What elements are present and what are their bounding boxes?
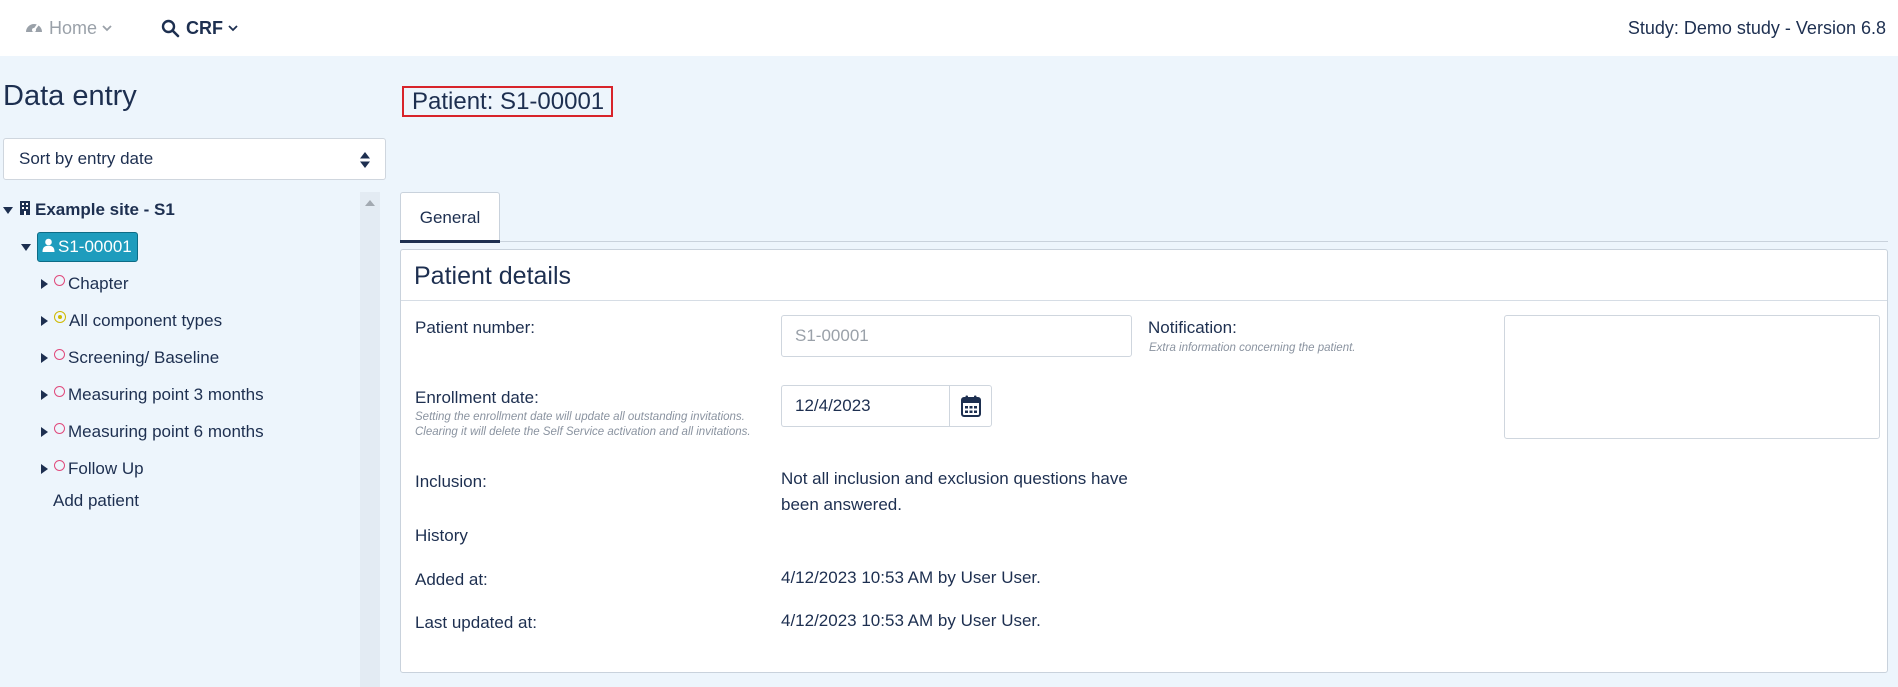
expand-arrow-icon[interactable] xyxy=(21,243,31,251)
patient-number-placeholder: S1-00001 xyxy=(795,326,869,345)
chevron-down-icon xyxy=(228,25,238,32)
notification-hint: Extra information concerning the patient… xyxy=(1149,342,1356,354)
tree-item-label: Screening/ Baseline xyxy=(68,348,220,367)
calendar-button[interactable] xyxy=(949,385,992,427)
last-updated-value: 4/12/2023 10:53 AM by User User. xyxy=(781,611,1041,630)
added-at-value: 4/12/2023 10:53 AM by User User. xyxy=(781,568,1041,587)
tab-general-label: General xyxy=(419,207,481,227)
tab-divider xyxy=(400,241,1888,242)
tree-item-measuring-point-3[interactable]: Measuring point 3 months xyxy=(41,380,264,410)
study-label: Study: Demo study - Version 6.8 xyxy=(1627,18,1886,38)
expand-arrow-icon[interactable] xyxy=(41,427,48,437)
notification-label: Notification: xyxy=(1148,318,1237,337)
nav-crf[interactable]: CRF xyxy=(161,16,238,40)
status-empty-circle-icon xyxy=(54,348,65,360)
enrollment-date-hint: Setting the enrollment date will update … xyxy=(415,411,751,438)
status-empty-circle-icon xyxy=(54,422,65,434)
tree-item-follow-up[interactable]: Follow Up xyxy=(41,454,144,484)
tab-general[interactable]: General xyxy=(400,192,500,243)
search-icon xyxy=(161,19,180,37)
nav-home[interactable]: Home xyxy=(24,16,112,40)
tree-item-label: All component types xyxy=(69,311,223,330)
patient-header: Patient: S1-00001 xyxy=(402,86,614,117)
added-at-label: Added at: xyxy=(415,570,488,589)
calendar-icon xyxy=(960,395,981,417)
tree-item-measuring-point-6[interactable]: Measuring point 6 months xyxy=(41,417,264,447)
tree-item-all-component-types[interactable]: All component types xyxy=(41,306,222,336)
enrollment-date-value: 12/4/2023 xyxy=(795,396,871,415)
enrollment-date-input[interactable]: 12/4/2023 xyxy=(781,385,949,427)
expand-arrow-icon[interactable] xyxy=(3,206,13,214)
tree-item-label: Follow Up xyxy=(68,459,144,478)
tree-item-chapter[interactable]: Chapter xyxy=(41,269,128,299)
inclusion-label: Inclusion: xyxy=(415,472,487,491)
nav-crf-label: CRF xyxy=(186,17,223,38)
sort-updown-icon xyxy=(360,152,370,168)
status-partial-circle-icon xyxy=(54,311,66,323)
last-updated-label: Last updated at: xyxy=(415,613,537,632)
status-empty-circle-icon xyxy=(54,274,65,286)
status-empty-circle-icon xyxy=(54,385,65,397)
tree-item-screening-baseline[interactable]: Screening/ Baseline xyxy=(41,343,219,373)
sort-select-value: Sort by entry date xyxy=(19,149,154,168)
patient-number-input: S1-00001 xyxy=(781,315,1132,357)
expand-arrow-icon[interactable] xyxy=(41,316,48,326)
tree-node-site[interactable]: Example site - S1 xyxy=(3,195,175,225)
expand-arrow-icon[interactable] xyxy=(41,353,48,363)
page-title: Data entry xyxy=(3,80,137,112)
inclusion-value: Not all inclusion and exclusion question… xyxy=(781,469,1128,514)
sidebar-scrollbar[interactable] xyxy=(360,192,380,687)
sort-select[interactable]: Sort by entry date xyxy=(3,138,386,180)
top-nav-bar: Home CRF Study: Demo study - Version 6.8 xyxy=(0,0,1898,56)
scroll-up-arrow-icon[interactable] xyxy=(365,200,375,206)
tree-item-label: Chapter xyxy=(68,274,129,293)
tree-item-label: Measuring point 3 months xyxy=(68,385,264,404)
enrollment-date-label: Enrollment date: xyxy=(415,388,539,407)
card-title: Patient details xyxy=(414,262,572,290)
add-patient-link[interactable]: Add patient xyxy=(53,491,139,511)
notification-textarea[interactable] xyxy=(1504,315,1880,439)
patient-node-selected[interactable]: S1-00001 xyxy=(37,232,138,262)
tree-node-patient[interactable]: S1-00001 xyxy=(21,232,138,262)
tree-item-label: Measuring point 6 months xyxy=(68,422,264,441)
patient-number-label: Patient number: xyxy=(415,318,536,337)
history-heading: History xyxy=(415,526,468,545)
dashboard-gauge-icon xyxy=(26,23,42,32)
card-divider xyxy=(401,300,1887,301)
nav-home-label: Home xyxy=(49,17,98,38)
status-empty-circle-icon xyxy=(54,459,65,471)
user-icon xyxy=(42,238,55,252)
site-label: Example site - S1 xyxy=(35,200,175,219)
building-icon xyxy=(20,201,30,215)
expand-arrow-icon[interactable] xyxy=(41,390,48,400)
chevron-down-icon xyxy=(102,25,112,32)
patient-details-card: Patient details Patient number: S1-00001… xyxy=(400,249,1888,673)
patient-node-label: S1-00001 xyxy=(58,237,132,256)
expand-arrow-icon[interactable] xyxy=(41,279,48,289)
expand-arrow-icon[interactable] xyxy=(41,464,48,474)
